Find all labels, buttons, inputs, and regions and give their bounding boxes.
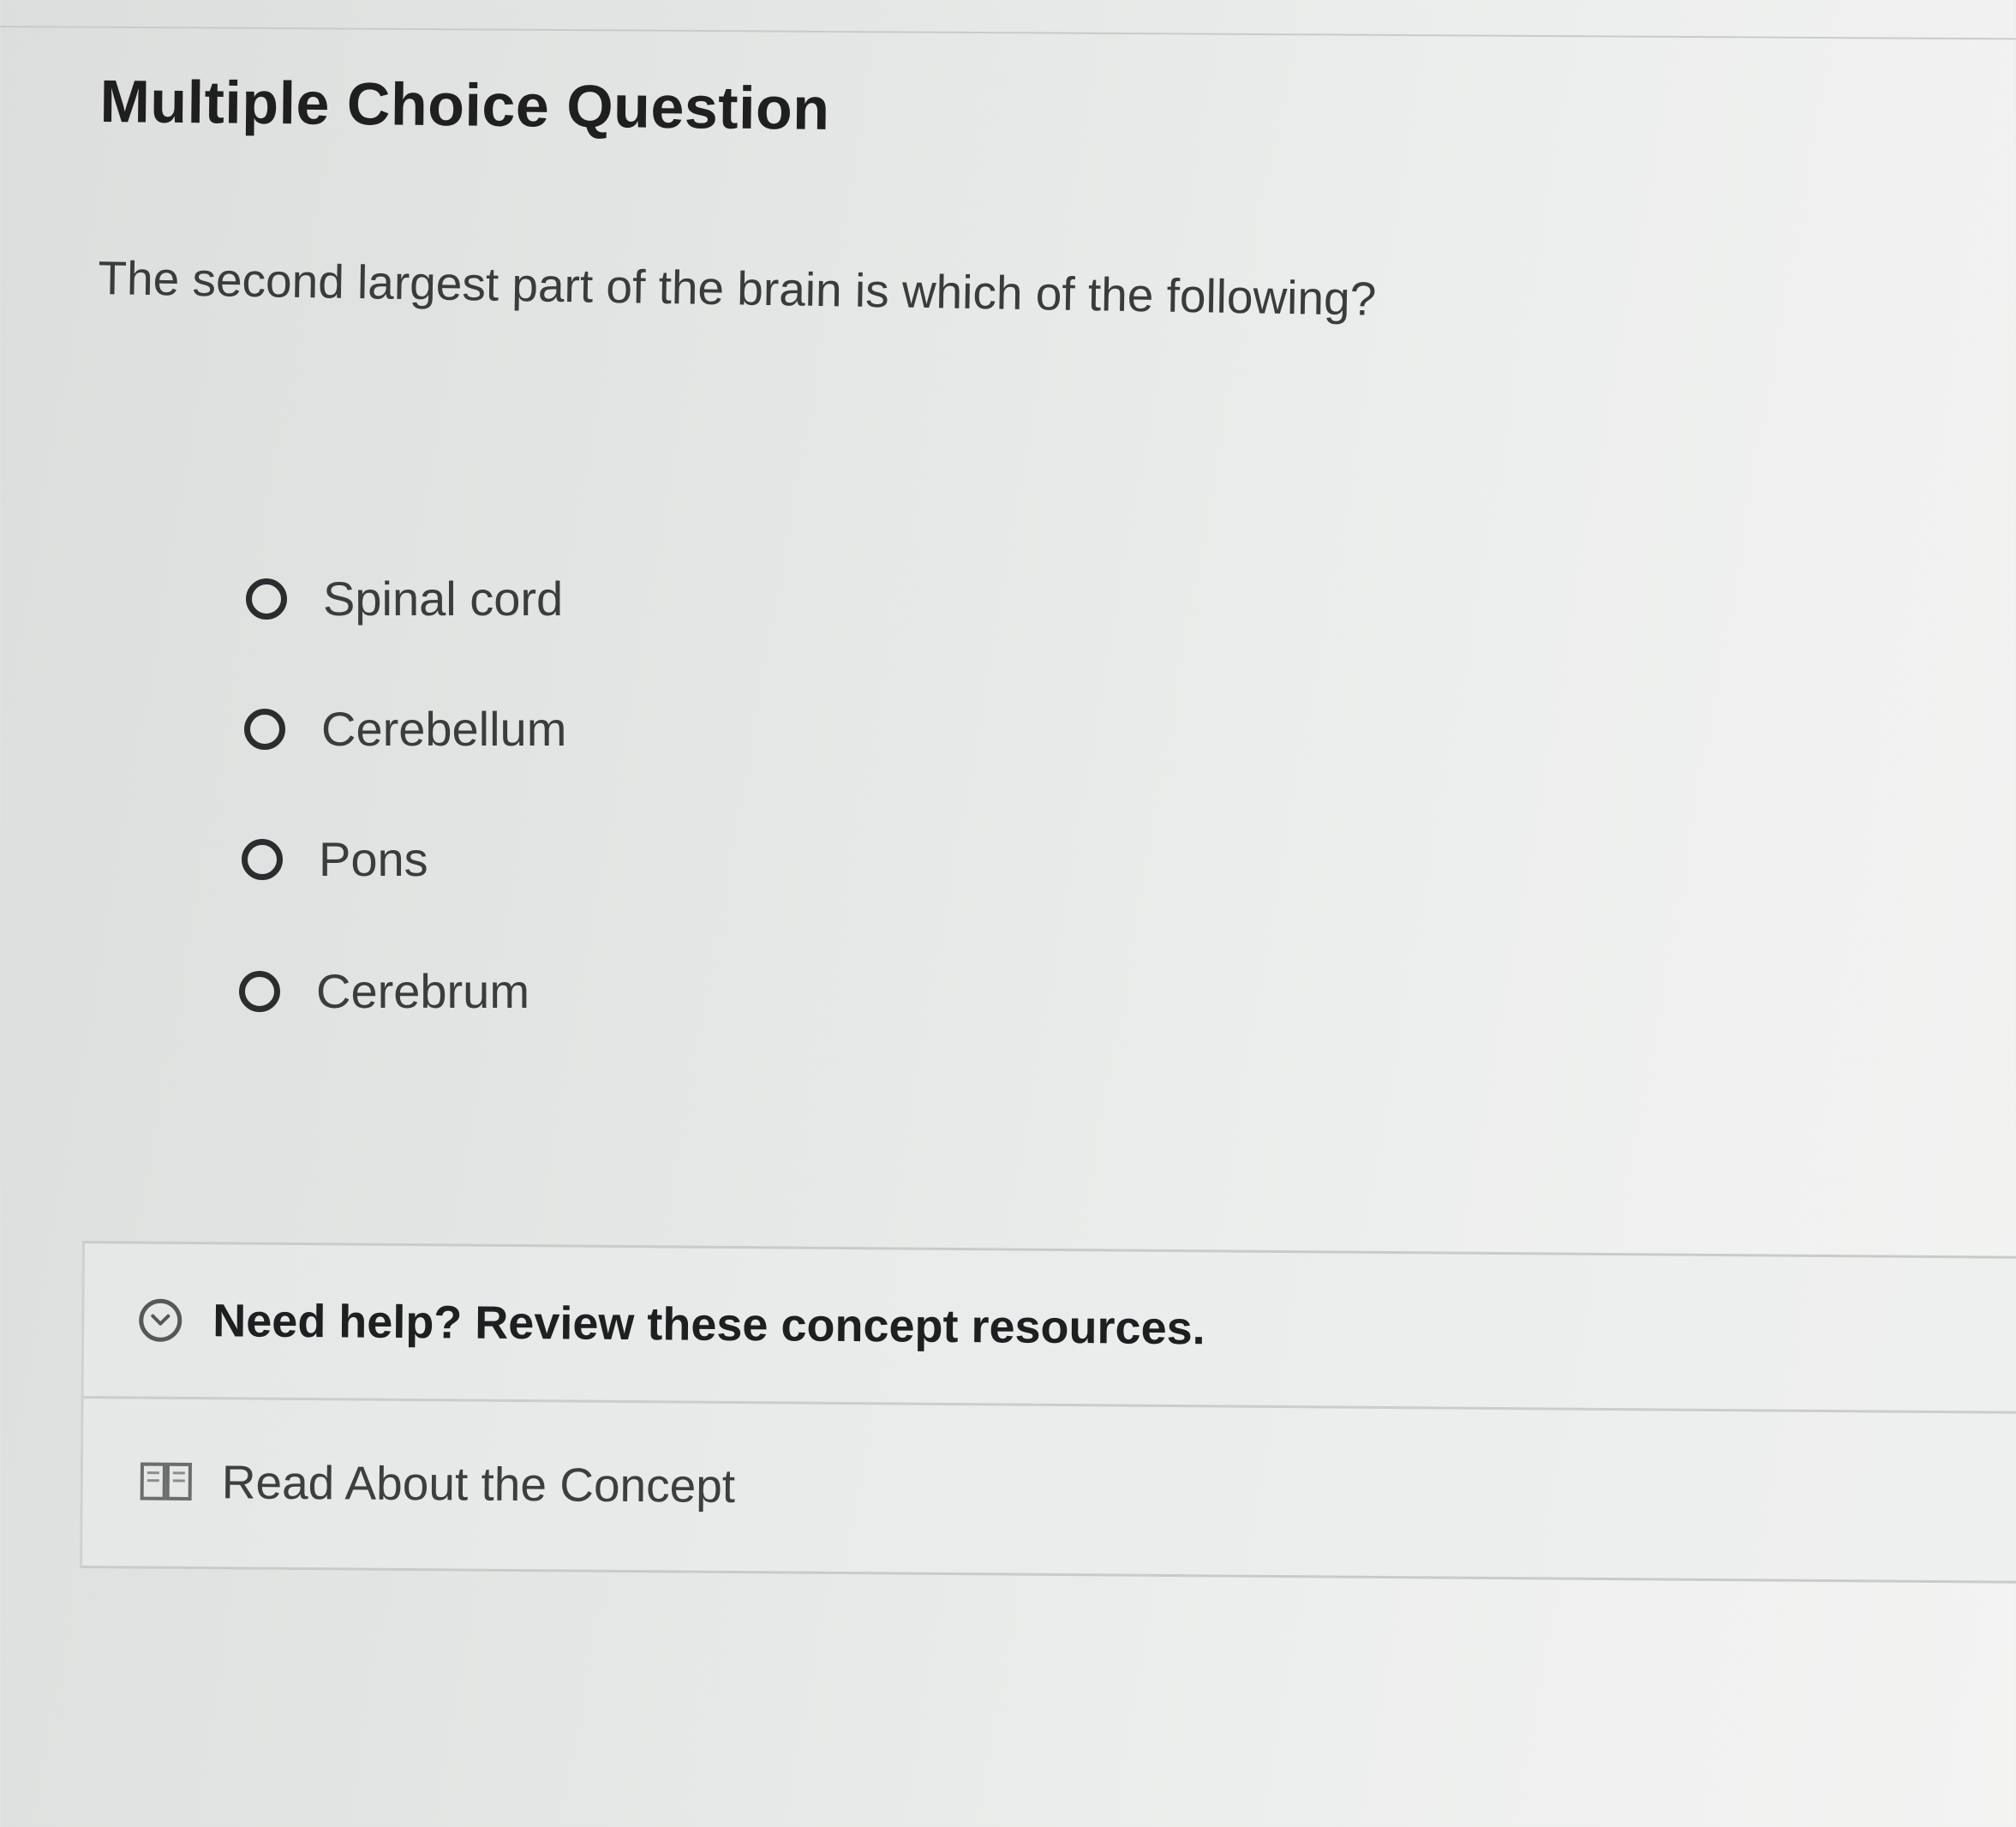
choice-label[interactable]: Cerebellum xyxy=(321,701,566,757)
chevron-down-circle-icon[interactable] xyxy=(139,1298,182,1342)
resource-item-read-concept[interactable]: Read About the Concept xyxy=(82,1399,2016,1578)
help-toggle[interactable]: Need help? Review these concept resource… xyxy=(83,1243,2016,1415)
radio-button-icon[interactable] xyxy=(244,708,285,750)
choice-cerebellum[interactable]: Cerebellum xyxy=(244,701,566,757)
radio-button-icon[interactable] xyxy=(242,838,283,880)
top-divider xyxy=(0,0,2016,40)
radio-button-icon[interactable] xyxy=(246,578,287,620)
choice-pons[interactable]: Pons xyxy=(242,831,428,887)
choice-label[interactable]: Cerebrum xyxy=(316,963,529,1019)
read-about-concept-link[interactable]: Read About the Concept xyxy=(222,1454,736,1513)
choice-cerebrum[interactable]: Cerebrum xyxy=(239,963,529,1019)
help-title[interactable]: Need help? Review these concept resource… xyxy=(212,1294,1205,1355)
book-icon xyxy=(140,1462,192,1501)
choice-spinal-cord[interactable]: Spinal cord xyxy=(246,571,563,626)
question-prompt: The second largest part of the brain is … xyxy=(97,250,1377,326)
choice-label[interactable]: Pons xyxy=(319,831,428,887)
choice-label[interactable]: Spinal cord xyxy=(323,571,563,626)
question-type-heading: Multiple Choice Question xyxy=(99,67,830,142)
concept-resources-panel: Need help? Review these concept resource… xyxy=(79,1241,2016,1584)
radio-button-icon[interactable] xyxy=(239,970,280,1012)
